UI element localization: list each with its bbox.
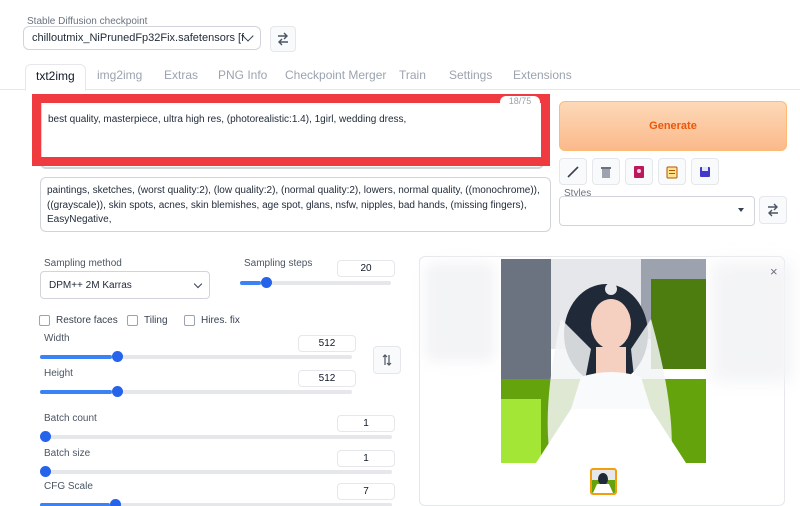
slider-thumb[interactable] [40,431,51,442]
save-button[interactable] [691,158,719,185]
generated-image-art [501,259,706,463]
sampling-steps-label: Sampling steps [244,258,313,269]
batch-size-slider[interactable] [40,465,392,479]
image-icon [634,165,644,178]
sampling-method-value: DPM++ 2M Karras [49,279,132,291]
clipboard-icon [666,166,678,178]
slider-thumb[interactable] [110,499,122,506]
gallery-thumbnail[interactable] [590,468,617,495]
checkpoint-value: chilloutmix_NiPrunedFp32Fix.safetensors … [32,32,244,44]
chevron-down-icon [242,30,254,42]
negative-prompt-text: paintings, sketches, (worst quality:2), … [47,185,540,225]
slider-fill [40,355,112,359]
clipboard-button[interactable] [658,158,686,185]
slider-thumb[interactable] [111,386,123,397]
refresh-checkpoint-button[interactable] [270,26,296,52]
tab-png-info[interactable]: PNG Info [218,68,267,82]
blurred-preview [425,262,495,362]
negative-prompt-input[interactable]: paintings, sketches, (worst quality:2), … [40,177,551,232]
sampling-method-label: Sampling method [44,258,122,269]
hires-fix-checkbox[interactable]: Hires. fix [184,315,240,326]
slider-fill [40,390,112,394]
tiling-label: Tiling [144,315,168,326]
slider-thumb[interactable] [111,351,123,362]
pencil-button[interactable] [559,158,587,185]
trash-icon [601,166,611,178]
checkbox-box[interactable] [127,315,138,326]
batch-count-label: Batch count [44,413,97,424]
cfg-scale-slider[interactable] [40,498,392,506]
thumbnail-art [592,470,615,493]
slider-fill [240,281,262,285]
tab-img2img[interactable]: img2img [97,68,142,82]
image-button[interactable] [625,158,653,185]
tiling-checkbox[interactable]: Tiling [127,315,168,326]
swap-dimensions-button[interactable] [373,346,401,374]
checkpoint-dropdown[interactable]: chilloutmix_NiPrunedFp32Fix.safetensors … [23,26,261,50]
tab-extensions[interactable]: Extensions [513,68,572,82]
sampling-steps-input[interactable]: 20 [337,260,395,277]
height-slider[interactable] [40,385,352,399]
cfg-scale-label: CFG Scale [44,481,93,492]
caret-down-icon [738,208,744,212]
chevron-down-icon [193,279,203,288]
trash-button[interactable] [592,158,620,185]
tab-bar: txt2img img2img Extras PNG Info Checkpoi… [0,64,800,91]
sampling-steps-slider[interactable] [240,276,391,290]
slider-track [40,470,392,474]
batch-size-label: Batch size [44,448,91,459]
width-slider[interactable] [40,350,352,364]
slider-thumb[interactable] [261,277,273,288]
restore-faces-checkbox[interactable]: Restore faces [39,315,118,326]
save-icon [700,166,710,177]
tab-extras[interactable]: Extras [164,68,198,82]
swap-icon [768,203,778,217]
generate-button[interactable]: Generate [559,101,787,151]
slider-track [40,435,392,439]
tab-settings[interactable]: Settings [449,68,492,82]
token-counter: 18/75 [500,96,540,108]
tab-txt2img[interactable]: txt2img [25,64,86,91]
styles-dropdown[interactable] [559,196,755,226]
sampling-method-dropdown[interactable]: DPM++ 2M Karras [40,271,210,299]
height-label: Height [44,368,73,379]
pencil-icon [567,165,579,178]
swap-vertical-icon [382,354,392,366]
slider-thumb[interactable] [40,466,51,477]
blurred-preview [712,262,792,382]
hires-fix-label: Hires. fix [201,315,240,326]
checkbox-box[interactable] [39,315,50,326]
close-icon[interactable]: × [770,264,778,279]
refresh-styles-button[interactable] [759,196,787,224]
prompt-highlight-box [32,94,550,166]
restore-faces-label: Restore faces [56,315,118,326]
checkbox-box[interactable] [184,315,195,326]
width-label: Width [44,333,70,344]
tab-checkpoint-merger[interactable]: Checkpoint Merger [285,68,386,82]
generated-image[interactable] [501,259,706,463]
batch-count-slider[interactable] [40,430,392,444]
swap-icon [278,32,288,46]
tab-train[interactable]: Train [399,68,426,82]
